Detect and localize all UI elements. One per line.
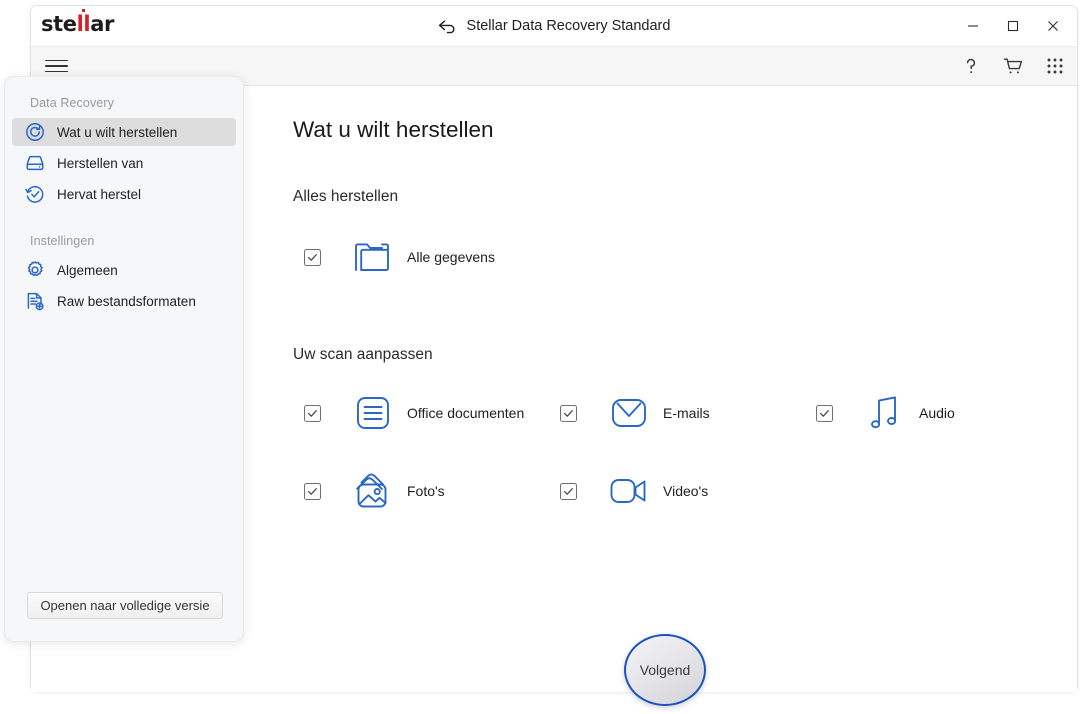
toolbar-actions — [959, 54, 1067, 78]
option-fotos[interactable]: Foto's — [293, 466, 549, 516]
checkbox-audio[interactable] — [816, 404, 833, 422]
option-alle-gegevens[interactable]: Alle gegevens — [293, 232, 549, 282]
resume-check-icon — [24, 184, 45, 205]
title-bar: ste llar Stellar Data Recovery Standard — [31, 6, 1077, 46]
hamburger-bar — [45, 70, 68, 73]
sidebar-item-herstellen-van[interactable]: Herstellen van — [12, 149, 236, 177]
page-title: Wat u wilt herstellen — [293, 117, 494, 142]
folder-icon — [350, 234, 396, 280]
logo-text-post: ar — [90, 12, 114, 36]
question-mark-icon[interactable] — [959, 54, 983, 78]
option-label: E-mails — [663, 405, 710, 421]
sidebar-item-hervat-herstel[interactable]: Hervat herstel — [12, 180, 236, 208]
sidebar-section-title-data-recovery: Data Recovery — [30, 96, 114, 110]
section-heading-custom: Uw scan aanpassen — [293, 346, 433, 363]
logo-text-mid: ll — [77, 9, 91, 36]
apps-grid-icon[interactable] — [1043, 54, 1067, 78]
window-title-group: Stellar Data Recovery Standard — [31, 6, 1077, 46]
sidebar-item-label: Algemeen — [57, 262, 118, 278]
sidebar-item-label: Hervat herstel — [57, 186, 142, 202]
minimize-button[interactable] — [953, 8, 993, 44]
hamburger-bar — [45, 59, 68, 62]
gear-icon — [24, 260, 45, 281]
option-audio[interactable]: Audio — [805, 388, 1061, 438]
checkbox-alle-gegevens[interactable] — [304, 248, 321, 266]
window-controls — [953, 6, 1073, 46]
logo-text-pre: ste — [41, 12, 77, 36]
photo-stack-icon — [350, 468, 396, 514]
shopping-cart-icon[interactable] — [1001, 54, 1025, 78]
stellar-logo: ste llar — [41, 9, 114, 36]
option-label: Audio — [919, 405, 955, 421]
recover-all-options: Alle gegevens — [293, 232, 1077, 282]
sidebar-item-label: Wat u wilt herstellen — [57, 124, 178, 140]
sidebar-item-wat-u-wilt-herstellen[interactable]: Wat u wilt herstellen — [12, 118, 236, 146]
option-label: Video's — [663, 483, 709, 499]
sidebar-item-raw-bestandsformaten[interactable]: Raw bestandsformaten — [12, 287, 236, 315]
hamburger-bar — [45, 65, 68, 67]
window-title: Stellar Data Recovery Standard — [466, 18, 671, 34]
close-button[interactable] — [1033, 8, 1073, 44]
upgrade-to-full-version-button[interactable]: Openen naar volledige versie — [27, 592, 223, 619]
checkbox-fotos[interactable] — [304, 482, 321, 500]
custom-scan-options: Office documenten E-mails Audio Foto's V… — [293, 388, 1077, 516]
raw-file-icon — [24, 291, 45, 312]
hamburger-icon[interactable] — [45, 55, 71, 77]
section-heading-all: Alles herstellen — [293, 188, 399, 205]
refresh-circle-icon — [24, 122, 45, 143]
back-arrow-icon[interactable] — [438, 19, 458, 34]
checkbox-videos[interactable] — [560, 482, 577, 500]
option-label: Office documenten — [407, 405, 525, 421]
option-label: Alle gegevens — [407, 249, 495, 265]
sidebar-item-label: Raw bestandsformaten — [57, 293, 196, 309]
checkbox-office-documenten[interactable] — [304, 404, 321, 422]
sidebar-drawer: Data Recovery Wat u wilt herstellen Hers… — [4, 76, 244, 642]
document-lines-icon — [350, 390, 396, 436]
option-videos[interactable]: Video's — [549, 466, 805, 516]
sidebar-item-algemeen[interactable]: Algemeen — [12, 256, 236, 284]
next-button[interactable]: Volgend — [624, 634, 706, 706]
envelope-icon — [606, 390, 652, 436]
sidebar-item-label: Herstellen van — [57, 155, 144, 171]
video-camera-icon — [606, 468, 652, 514]
content-pane: Wat u wilt herstellen Alles herstellen A… — [293, 86, 1077, 692]
music-note-icon — [862, 390, 908, 436]
option-office-documenten[interactable]: Office documenten — [293, 388, 549, 438]
maximize-button[interactable] — [993, 8, 1033, 44]
option-label: Foto's — [407, 483, 445, 499]
hard-drive-icon — [24, 153, 45, 174]
logo-dot — [81, 9, 85, 12]
checkbox-e-mails[interactable] — [560, 404, 577, 422]
sidebar-section-title-instellingen: Instellingen — [30, 234, 95, 248]
option-e-mails[interactable]: E-mails — [549, 388, 805, 438]
